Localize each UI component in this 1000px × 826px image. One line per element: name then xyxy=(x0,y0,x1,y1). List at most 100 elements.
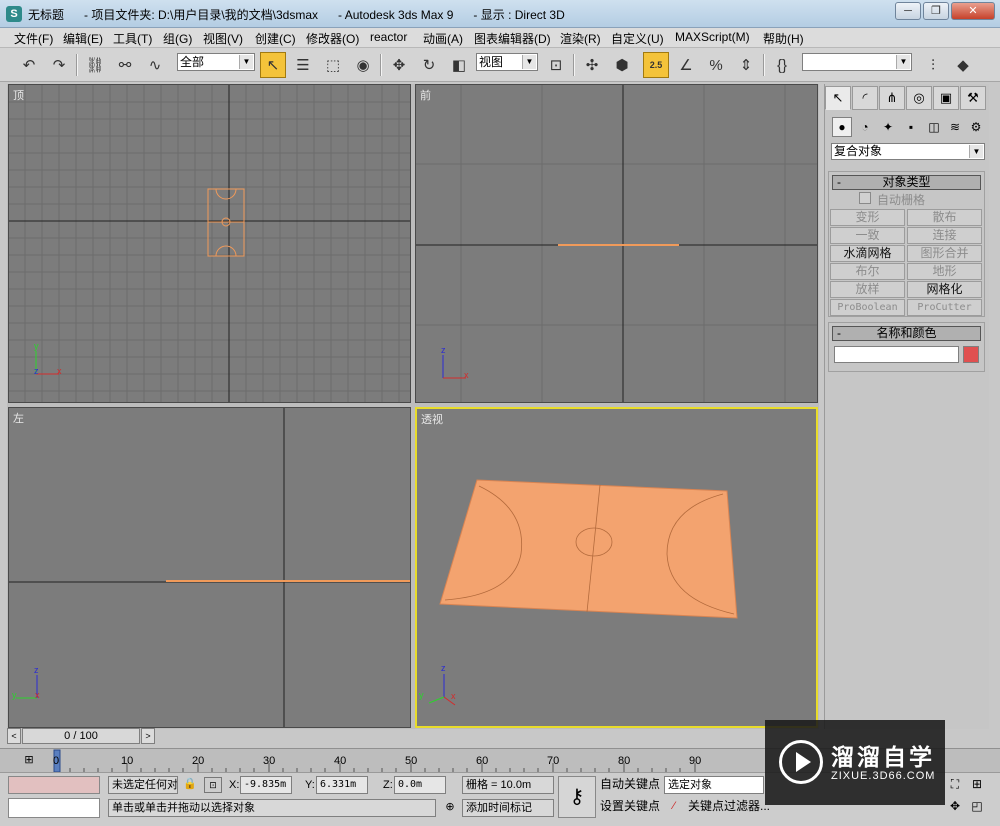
name-and-color-rollout-header[interactable]: - 名称和颜色 xyxy=(832,326,981,341)
selection-filter-dropdown[interactable]: 全部 ▼ xyxy=(177,53,255,71)
scale-icon[interactable]: ◧ xyxy=(446,52,472,78)
viewport-front-label[interactable]: 前 xyxy=(420,87,431,103)
menu-group[interactable]: 组(G) xyxy=(163,30,192,47)
select-by-name-icon[interactable]: ☰ xyxy=(290,52,316,78)
maxscript-input[interactable] xyxy=(8,798,100,818)
y-coordinate-field[interactable]: 6.331m xyxy=(316,776,368,794)
menu-graph-editors[interactable]: 图表编辑器(D) xyxy=(474,30,551,47)
object-type-rollout-header[interactable]: - 对象类型 xyxy=(832,175,981,190)
systems-category-icon[interactable]: ⚙ xyxy=(966,117,986,137)
percent-snap-icon[interactable]: % xyxy=(703,52,729,78)
menu-edit[interactable]: 编辑(E) xyxy=(63,30,103,47)
motion-tab-icon[interactable]: ◎ xyxy=(906,86,932,110)
viewport-front[interactable]: 前 z x xyxy=(415,84,818,403)
lock-icon[interactable]: 🔒 xyxy=(182,777,198,793)
time-prev-button[interactable]: < xyxy=(7,728,21,744)
viewport-left[interactable]: 左 z y x xyxy=(8,407,411,728)
zoom-all-icon[interactable]: ⊞ xyxy=(968,777,986,795)
rectangular-selection-icon[interactable]: ⬚ xyxy=(320,52,346,78)
menu-create[interactable]: 创建(C) xyxy=(255,30,296,47)
morph-button[interactable]: 变形 xyxy=(830,209,905,226)
utilities-tab-icon[interactable]: ⚒ xyxy=(960,86,986,110)
named-selection-dropdown[interactable]: ▼ xyxy=(802,53,912,71)
menu-tools[interactable]: 工具(T) xyxy=(113,30,152,47)
angle-snap-icon[interactable]: ∠ xyxy=(673,52,699,78)
modify-tab-icon[interactable]: ◜ xyxy=(852,86,878,110)
lights-category-icon[interactable]: ✦ xyxy=(878,117,898,137)
align-icon[interactable]: ◆ xyxy=(950,52,976,78)
spinner-snap-icon[interactable]: ⇕ xyxy=(733,52,759,78)
viewport-perspective[interactable]: 透视 z y x xyxy=(415,407,818,728)
rotate-icon[interactable]: ↻ xyxy=(416,52,442,78)
edit-named-selection-icon[interactable]: {} xyxy=(769,52,795,78)
undo-icon[interactable]: ↶ xyxy=(16,52,42,78)
proboolean-button[interactable]: ProBoolean xyxy=(830,299,905,316)
select-object-icon[interactable]: ↖ xyxy=(260,52,286,78)
viewport-left-label[interactable]: 左 xyxy=(13,410,24,426)
terrain-button[interactable]: 地形 xyxy=(907,263,982,280)
scatter-button[interactable]: 散布 xyxy=(907,209,982,226)
display-tab-icon[interactable]: ▣ xyxy=(933,86,959,110)
court-perspective-mesh[interactable] xyxy=(439,479,738,619)
autogrid-checkbox[interactable] xyxy=(859,192,871,204)
object-category-dropdown[interactable]: 复合对象 ▼ xyxy=(831,143,985,160)
maxscript-listener-mini[interactable] xyxy=(8,776,100,794)
menu-reactor[interactable]: reactor xyxy=(370,30,407,44)
conform-button[interactable]: 一致 xyxy=(830,227,905,244)
open-mini-curve-editor-icon[interactable]: ⊞ xyxy=(18,752,40,769)
redo-icon[interactable]: ↷ xyxy=(46,52,72,78)
viewport-top[interactable]: 顶 y z x xyxy=(8,84,411,403)
restore-button[interactable]: ❐ xyxy=(923,2,949,20)
viewport-top-label[interactable]: 顶 xyxy=(13,87,24,103)
menu-animation[interactable]: 动画(A) xyxy=(423,30,463,47)
window-crossing-icon[interactable]: ◉ xyxy=(350,52,376,78)
select-and-manipulate-icon[interactable]: ✣ xyxy=(579,52,605,78)
blobmesh-button[interactable]: 水滴网格 xyxy=(830,245,905,262)
absolute-mode-icon[interactable]: ⊡ xyxy=(204,777,222,793)
set-key-icon[interactable]: ⚷ xyxy=(558,776,596,818)
x-coordinate-field[interactable]: -9.835m xyxy=(240,776,292,794)
menu-customize[interactable]: 自定义(U) xyxy=(611,30,664,47)
mirror-icon[interactable]: ⫶ xyxy=(920,52,946,78)
close-button[interactable]: ✕ xyxy=(951,2,995,20)
time-slider[interactable]: < 0 / 100 > xyxy=(7,727,157,745)
arc-rotate-icon[interactable]: ✥ xyxy=(946,799,964,817)
geometry-category-icon[interactable]: ● xyxy=(832,117,852,137)
key-mode-dropdown[interactable]: 选定对象 xyxy=(664,776,764,794)
minimize-button[interactable]: ─ xyxy=(895,2,921,20)
bind-to-space-warp-icon[interactable]: ∿ xyxy=(142,52,168,78)
court-top-wireframe[interactable] xyxy=(207,188,245,257)
hierarchy-tab-icon[interactable]: ⋔ xyxy=(879,86,905,110)
time-next-button[interactable]: > xyxy=(141,728,155,744)
key-filters-button[interactable]: 关键点过滤器... xyxy=(688,797,770,817)
time-slider-thumb[interactable]: 0 / 100 xyxy=(22,728,140,744)
menu-maxscript[interactable]: MAXScript(M) xyxy=(675,30,750,44)
object-name-input[interactable] xyxy=(834,346,959,363)
pivot-center-icon[interactable]: ⊡ xyxy=(543,52,569,78)
menu-views[interactable]: 视图(V) xyxy=(203,30,243,47)
maximize-viewport-icon[interactable]: ◰ xyxy=(968,799,986,817)
loft-button[interactable]: 放样 xyxy=(830,281,905,298)
menu-help[interactable]: 帮助(H) xyxy=(763,30,804,47)
viewport-perspective-label[interactable]: 透视 xyxy=(421,411,443,427)
shapemerge-button[interactable]: 图形合并 xyxy=(907,245,982,262)
shapes-category-icon[interactable]: ◔ xyxy=(855,117,875,137)
object-color-swatch[interactable] xyxy=(963,346,979,363)
zoom-extents-icon[interactable]: ⛶ xyxy=(946,777,964,795)
menu-file[interactable]: 文件(F) xyxy=(14,30,53,47)
boolean-button[interactable]: 布尔 xyxy=(830,263,905,280)
helpers-category-icon[interactable]: ◫ xyxy=(924,117,944,137)
unlink-selection-icon[interactable]: ⚯ xyxy=(112,52,138,78)
snap-toggle-icon[interactable]: 2.5 xyxy=(643,52,669,78)
key-filter-icon[interactable]: ⁄ xyxy=(666,800,682,816)
set-key-button[interactable]: 设置关键点 xyxy=(600,797,660,817)
time-tag-icon[interactable]: ⊕ xyxy=(442,800,458,816)
procutter-button[interactable]: ProCutter xyxy=(907,299,982,316)
create-tab-icon[interactable]: ↖ xyxy=(825,86,851,110)
select-and-link-icon[interactable]: ⛓ xyxy=(82,52,108,78)
keyboard-shortcut-override-icon[interactable]: ⬢ xyxy=(609,52,635,78)
reference-coordinate-dropdown[interactable]: 视图 ▼ xyxy=(476,53,538,71)
add-time-tag-button[interactable]: 添加时间标记 xyxy=(462,799,554,817)
menu-rendering[interactable]: 渲染(R) xyxy=(560,30,601,47)
menu-modifiers[interactable]: 修改器(O) xyxy=(306,30,359,47)
